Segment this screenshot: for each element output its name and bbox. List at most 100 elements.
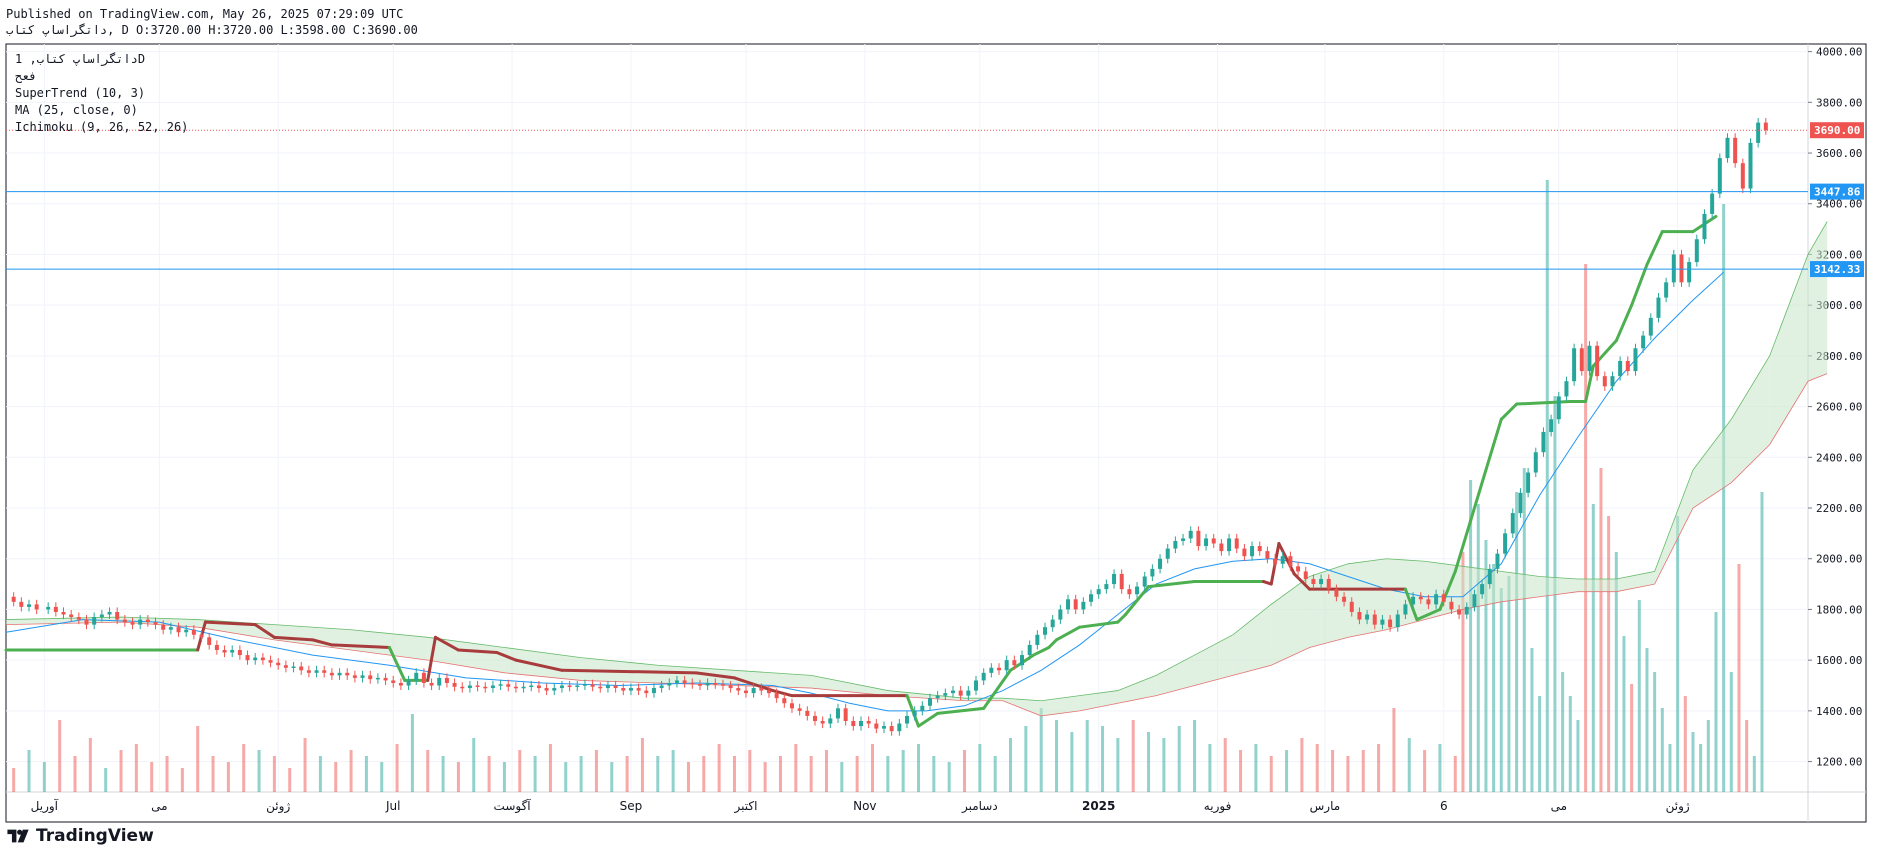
volume-bar: [548, 744, 552, 792]
candle-body: [1380, 619, 1385, 625]
candle-body: [805, 710, 810, 716]
y-tick-label: 3600.00: [1816, 147, 1862, 160]
volume-bar: [840, 762, 844, 792]
volume-bar: [824, 750, 828, 792]
supertrend-segment: [1484, 417, 1503, 472]
x-tick-label: Jul: [385, 799, 400, 813]
volume-bar: [1599, 468, 1603, 792]
y-tick-label: 4000.00: [1816, 46, 1862, 59]
candle-body: [260, 657, 265, 661]
legend-ma[interactable]: MA (25, close, 0): [15, 103, 138, 117]
candle-body: [145, 619, 150, 623]
ichimoku-cloud-segment: [1577, 579, 1617, 592]
candle-body: [1250, 546, 1255, 557]
volume-bar: [1147, 732, 1151, 792]
candle-body: [1748, 142, 1753, 189]
tradingview-brand[interactable]: TradingView: [6, 826, 154, 846]
candle-body: [61, 611, 66, 615]
candle-body: [467, 685, 472, 689]
volume-bar: [426, 750, 430, 792]
volume-bar: [1131, 720, 1135, 792]
candle-body: [766, 690, 771, 694]
candle-body: [529, 685, 534, 688]
candle-body: [161, 624, 166, 630]
candle-body: [552, 688, 557, 691]
candle-body: [498, 684, 503, 686]
candle-body: [1740, 163, 1745, 189]
candle-body: [138, 619, 143, 625]
volume-bar: [1407, 738, 1411, 792]
volume-bar: [1346, 756, 1350, 792]
candle-body: [1372, 614, 1377, 625]
candle-body: [1587, 345, 1592, 372]
candle-body: [207, 637, 212, 645]
legend-supertrend[interactable]: SuperTrend (10, 3): [15, 86, 145, 100]
candle-body: [483, 686, 488, 689]
volume-bar: [993, 756, 997, 792]
candle-body: [1702, 213, 1707, 240]
candle-body: [1296, 566, 1301, 572]
volume-bar: [150, 762, 154, 792]
ichimoku-cloud-segment: [1692, 419, 1732, 509]
volume-bar: [1699, 744, 1703, 792]
volume-bar: [472, 738, 476, 792]
volume-bar: [441, 756, 445, 792]
volume-bar: [1476, 504, 1480, 792]
candle-body: [153, 622, 158, 625]
candle-body: [1066, 599, 1071, 610]
candle-body: [1510, 513, 1515, 534]
volume-bar: [1438, 744, 1442, 792]
candle-body: [1058, 609, 1063, 620]
volume-bar: [671, 750, 675, 792]
legend-symbol[interactable]: داتگراساپ کتاب, 1D: [15, 52, 145, 66]
x-tick-label: ژوئن: [266, 799, 290, 814]
volume-bar: [1070, 732, 1074, 792]
candle-body: [1357, 611, 1362, 620]
candle-body: [1004, 660, 1009, 671]
candle-body: [1012, 660, 1017, 666]
candle-body: [1219, 543, 1224, 552]
candle-body: [1020, 655, 1025, 666]
candle-body: [107, 611, 112, 615]
volume-bar: [1637, 600, 1641, 792]
candle-body: [905, 715, 909, 724]
volume-bar: [763, 762, 767, 792]
y-tick-label: 2600.00: [1816, 401, 1862, 414]
y-tick-label: 2200.00: [1816, 502, 1862, 515]
volume-bar: [1722, 204, 1726, 792]
candle-body: [1273, 558, 1278, 564]
candle-body: [989, 667, 994, 673]
ichimoku-cloud-segment: [1616, 571, 1655, 592]
volume-bar: [625, 756, 629, 792]
volume-bar: [487, 756, 491, 792]
legend-exchange: فعح: [15, 69, 37, 83]
volume-bar: [242, 744, 246, 792]
candle-body: [19, 601, 24, 607]
candle-body: [1227, 538, 1232, 552]
candle-body: [667, 682, 672, 686]
candle-body: [636, 688, 641, 691]
candle-body: [1602, 376, 1607, 387]
y-tick-label: 1400.00: [1816, 705, 1862, 718]
y-tick-label: 1800.00: [1816, 603, 1862, 616]
horizontal-line-label: 3142.33: [1814, 263, 1860, 276]
candle-body: [1158, 558, 1163, 569]
candle-body: [214, 644, 219, 651]
y-tick-label: 2000.00: [1816, 553, 1862, 566]
candle-body: [674, 680, 679, 683]
volume-bar: [1683, 696, 1687, 792]
candle-body: [1112, 573, 1117, 585]
volume-bar: [349, 750, 353, 792]
candle-body: [651, 688, 656, 694]
candle-body: [1518, 492, 1523, 514]
volume-bar: [610, 762, 614, 792]
volume-bar: [594, 750, 598, 792]
chart-svg[interactable]: 4000.003800.003600.003400.003200.003000.…: [0, 0, 1878, 858]
volume-bar: [870, 744, 874, 792]
legend-ichimoku[interactable]: Ichimoku (9, 26, 52, 26): [15, 120, 188, 134]
supertrend-segment: [1055, 625, 1082, 642]
supertrend-segment: [1116, 613, 1128, 624]
candle-body: [697, 684, 702, 686]
candle-body: [191, 629, 196, 635]
candle-body: [11, 596, 16, 602]
